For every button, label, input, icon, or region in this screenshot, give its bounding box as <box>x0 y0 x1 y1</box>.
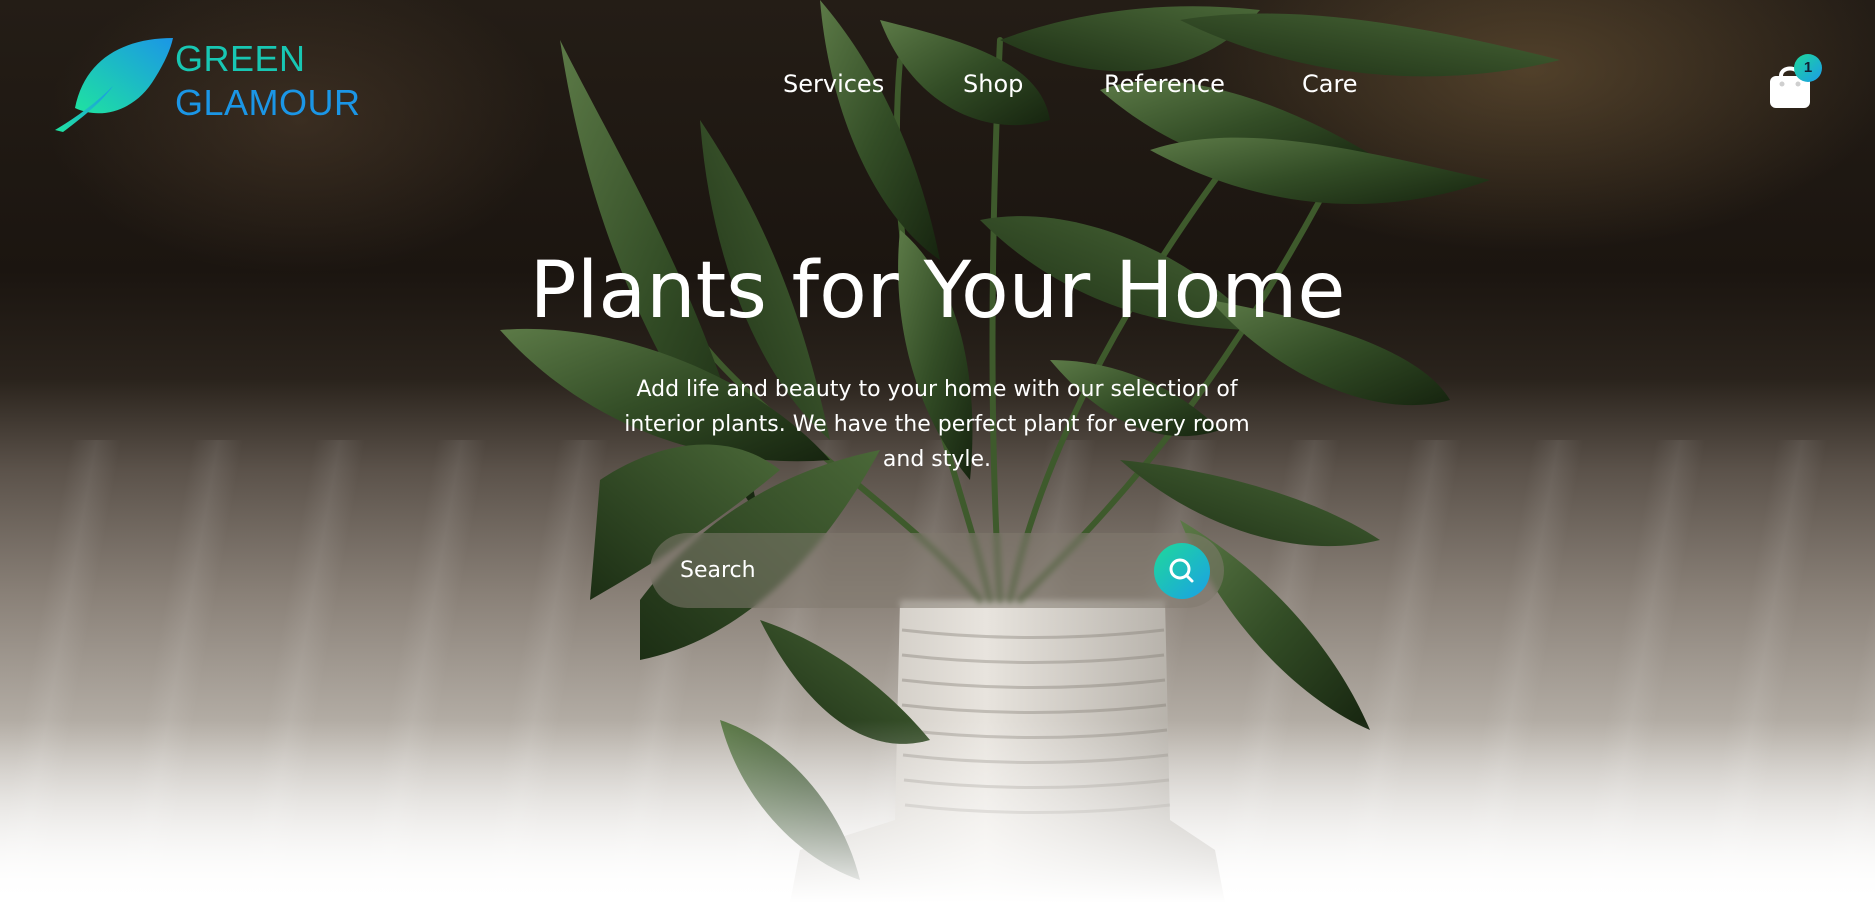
nav-item-reference[interactable]: Reference <box>1104 70 1225 98</box>
hero-subtitle: Add life and beauty to your home with ou… <box>624 377 1250 472</box>
search-input[interactable] <box>680 533 1120 608</box>
leaf-icon <box>55 38 173 132</box>
brand-name-line2: GLAMOUR <box>175 82 361 123</box>
hero-title: Plants for Your Home <box>0 244 1875 338</box>
search-button[interactable] <box>1154 543 1210 599</box>
search-icon <box>1169 558 1194 583</box>
brand-logo[interactable]: GREEN GLAMOUR <box>55 38 375 134</box>
nav-item-care[interactable]: Care <box>1302 70 1358 98</box>
hero-title-text: Plants for Your Home <box>529 246 1346 336</box>
nav-item-services[interactable]: Services <box>783 70 884 98</box>
nav-item-shop[interactable]: Shop <box>963 70 1023 98</box>
search-bar <box>650 533 1224 608</box>
bottom-fade <box>0 720 1875 903</box>
cart-button[interactable]: 1 <box>1768 54 1822 110</box>
cart-count-badge: 1 <box>1794 54 1822 82</box>
brand-name-line1: GREEN <box>175 38 306 79</box>
